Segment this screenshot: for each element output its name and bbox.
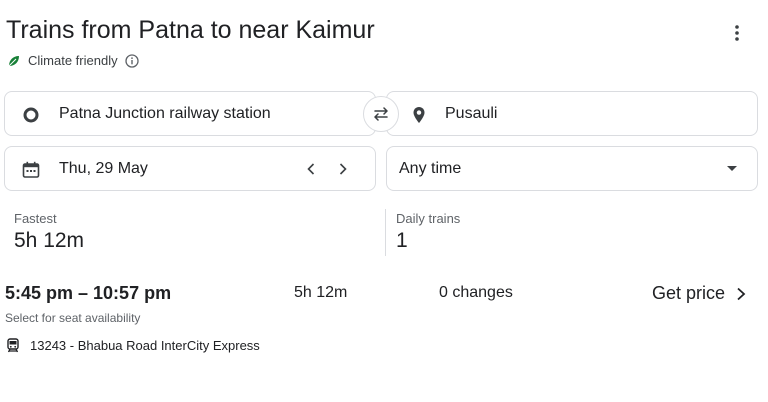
- chevron-right-icon: [339, 163, 347, 175]
- dropdown-arrow-icon: [727, 166, 737, 171]
- journey-duration: 5h 12m: [294, 284, 348, 301]
- time-value: Any time: [399, 160, 462, 177]
- swap-icon: [374, 107, 388, 121]
- origin-value: Patna Junction railway station: [59, 105, 271, 122]
- destination-value: Pusauli: [445, 105, 498, 122]
- stats-divider: [385, 209, 386, 256]
- location-pin-icon: [413, 107, 425, 123]
- date-field[interactable]: Thu, 29 May: [4, 146, 376, 191]
- chevron-left-icon: [307, 163, 315, 175]
- chevron-right-icon: [737, 287, 746, 300]
- origin-circle-icon: [23, 107, 39, 123]
- daily-trains-value: 1: [396, 229, 408, 252]
- daily-trains-label: Daily trains: [396, 211, 461, 226]
- date-value: Thu, 29 May: [59, 160, 148, 177]
- seat-availability-note: Select for seat availability: [5, 311, 141, 325]
- daily-trains-stat: Daily trains 1: [396, 211, 460, 253]
- previous-date-button[interactable]: [299, 157, 323, 181]
- destination-field[interactable]: Pusauli: [386, 91, 758, 136]
- fastest-value: 5h 12m: [14, 229, 85, 252]
- train-name: 13243 - Bhabua Road InterCity Express: [30, 338, 260, 353]
- calendar-icon: [22, 161, 40, 178]
- climate-label: Climate friendly: [28, 53, 118, 68]
- next-date-button[interactable]: [331, 157, 355, 181]
- fastest-label: Fastest: [14, 211, 57, 226]
- journey-changes: 0 changes: [439, 284, 513, 301]
- journey-times[interactable]: 5:45 pm – 10:57 pm: [5, 283, 171, 304]
- more-options-button[interactable]: [724, 20, 750, 46]
- more-vert-icon: [735, 25, 739, 41]
- time-select[interactable]: Any time: [386, 146, 758, 191]
- page-title: Trains from Patna to near Kaimur: [6, 16, 375, 44]
- fastest-stat: Fastest 5h 12m: [14, 211, 84, 253]
- train-icon: [7, 338, 19, 353]
- climate-badge: Climate friendly: [7, 53, 139, 68]
- swap-button[interactable]: [363, 96, 399, 132]
- origin-field[interactable]: Patna Junction railway station: [4, 91, 376, 136]
- train-info: 13243 - Bhabua Road InterCity Express: [6, 338, 260, 353]
- leaf-icon: [8, 55, 19, 66]
- get-price-button[interactable]: Get price: [652, 283, 747, 304]
- info-icon[interactable]: [124, 53, 139, 68]
- get-price-label: Get price: [652, 283, 726, 303]
